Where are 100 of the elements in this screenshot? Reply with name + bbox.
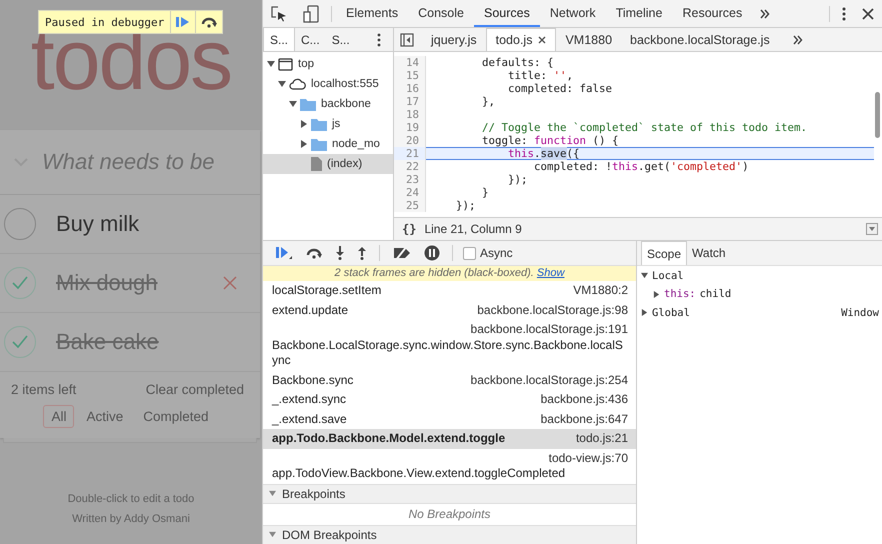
source-location[interactable]: backbone.localStorage.js:254	[462, 372, 628, 388]
scope-name[interactable]: Global	[652, 306, 690, 318]
disclosure-triangle-icon[interactable]	[269, 490, 276, 497]
line-number: 16	[394, 82, 426, 95]
folder-icon	[300, 98, 316, 110]
file-tab[interactable]: backbone.localStorage.js	[621, 28, 779, 51]
todo-checkbox[interactable]	[4, 208, 36, 240]
step-out-icon[interactable]	[357, 246, 367, 260]
disclosure-triangle-icon[interactable]	[641, 272, 648, 279]
panel-tab[interactable]: Elements	[336, 0, 408, 27]
disclosure-triangle-icon[interactable]	[289, 100, 297, 108]
kebab-menu-icon[interactable]	[842, 6, 846, 20]
line-number: 23	[394, 173, 426, 186]
source-location[interactable]: todo-view.js:70	[540, 450, 628, 466]
window-icon	[278, 58, 293, 70]
source-location[interactable]: backbone.js:647	[532, 412, 628, 427]
file-tab[interactable]: jquery.js	[422, 28, 486, 51]
navigator-tab[interactable]: C...	[295, 28, 326, 51]
tree-item[interactable]: (index)	[263, 154, 393, 174]
function-name: extend.update	[272, 302, 348, 318]
pause-icon[interactable]	[424, 245, 440, 261]
call-frame[interactable]: todo-view.js:70 app.TodoView.Backbone.View.extend.toggleCompleted	[263, 448, 636, 484]
panel-tab[interactable]: Network	[540, 0, 606, 27]
call-frame[interactable]: _.extend.sync backbone.js:436	[263, 390, 636, 410]
disclosure-triangle-icon[interactable]	[641, 309, 648, 316]
inspect-element-icon[interactable]	[271, 6, 287, 22]
todo-checkbox[interactable]	[4, 267, 36, 299]
close-tab-icon[interactable]	[538, 36, 546, 44]
toggle-navigator-icon[interactable]	[400, 32, 414, 46]
function-name: app.Todo.Backbone.Model.extend.toggle	[272, 431, 506, 446]
close-icon[interactable]	[862, 8, 874, 20]
call-frame[interactable]: extend.update backbone.localStorage.js:98	[263, 300, 636, 320]
new-todo-field[interactable]: What needs to be	[42, 149, 260, 175]
info-text: Double-click to edit a todo	[66, 493, 196, 505]
disclosure-triangle-icon[interactable]	[269, 531, 276, 538]
scope-name[interactable]: Local	[652, 270, 684, 282]
call-frame[interactable]: _.extend.save backbone.js:647	[263, 410, 636, 429]
section-header[interactable]: Breakpoints	[263, 484, 636, 504]
call-frame[interactable]: Backbone.sync backbone.localStorage.js:254	[263, 370, 636, 390]
property-value: child	[700, 288, 732, 300]
function-name: localStorage.setItem	[272, 283, 382, 298]
device-mode-icon[interactable]	[303, 4, 319, 22]
tree-item[interactable]: js	[263, 114, 393, 134]
code-text: });	[507, 173, 528, 186]
sidebar-tab[interactable]: Watch	[687, 241, 731, 265]
panel-tab[interactable]: Console	[408, 0, 474, 27]
disclosure-triangle-icon[interactable]	[278, 80, 286, 88]
line-number: 20	[394, 134, 426, 147]
source-location[interactable]: todo.js:21	[568, 431, 628, 446]
cloud-icon	[289, 78, 306, 90]
line-number: 19	[394, 121, 426, 134]
line-number: 14	[394, 56, 426, 69]
call-frame[interactable]: backbone.localStorage.js:191 Backbone.LocalStorage.sync.window.Store.sync.Backbone.localSync	[263, 320, 636, 370]
function-name: _.extend.sync	[272, 392, 346, 408]
disclosure-triangle-icon[interactable]	[300, 120, 308, 128]
disclosure-triangle-icon[interactable]	[267, 60, 275, 68]
drawer-toggle-icon[interactable]	[866, 223, 878, 235]
step-over-icon[interactable]	[305, 247, 323, 259]
source-location[interactable]: backbone.js:436	[532, 392, 628, 408]
source-location[interactable]: VM1880:2	[565, 283, 628, 298]
tree-item[interactable]: top	[263, 54, 393, 74]
step-into-icon[interactable]	[335, 246, 345, 260]
todo-title: Mix dough	[56, 270, 159, 296]
kebab-menu-icon[interactable]	[377, 32, 381, 46]
source-location[interactable]: backbone.localStorage.js:191	[462, 322, 628, 338]
disclosure-triangle-icon[interactable]	[300, 140, 308, 148]
line-number: 18	[394, 108, 426, 121]
resume-icon[interactable]	[275, 246, 293, 260]
code-text: defaults: {	[481, 56, 554, 69]
panel-tab[interactable]: Resources	[672, 0, 752, 27]
tree-item[interactable]: node_mo	[263, 134, 393, 154]
call-frame[interactable]: localStorage.setItem VM1880:2	[263, 281, 636, 300]
tree-item[interactable]: localhost:555	[263, 74, 393, 94]
todo-title: Bake cake	[56, 329, 160, 355]
file-tab[interactable]: VM1880	[556, 28, 622, 51]
more-tabs-icon[interactable]	[760, 8, 770, 18]
file-tab[interactable]: todo.js	[486, 28, 556, 51]
function-name: Backbone.LocalStorage.sync.window.Store.sync.Backbone.localSync	[272, 338, 624, 368]
panel-tab[interactable]: Timeline	[606, 0, 672, 27]
code-text: title: '',	[507, 69, 574, 82]
section-header[interactable]: DOM Breakpoints	[263, 524, 636, 544]
scope-value: Window	[841, 306, 879, 318]
show-link[interactable]: Show	[536, 267, 564, 279]
source-location[interactable]: backbone.localStorage.js:98	[469, 302, 628, 318]
async-checkbox[interactable]	[463, 246, 476, 260]
navigator-tab[interactable]: S...	[263, 28, 296, 51]
disclosure-triangle-icon[interactable]	[653, 290, 660, 298]
pretty-print-button[interactable]: {}	[394, 222, 424, 236]
call-frame[interactable]: app.Todo.Backbone.Model.extend.toggle todo.js:21	[263, 429, 636, 448]
function-name: app.TodoView.Backbone.View.extend.toggleCompleted	[272, 466, 566, 482]
info-text: Written by Addy Osmani	[71, 513, 191, 525]
more-tabs-icon[interactable]	[792, 34, 803, 44]
sidebar-tab[interactable]: Scope	[641, 241, 688, 265]
navigator-tab[interactable]: S...	[326, 28, 356, 51]
scrollbar-thumb[interactable]	[875, 92, 880, 138]
deactivate-breakpoints-icon[interactable]	[392, 246, 412, 260]
async-label: Async	[480, 246, 513, 260]
tree-item[interactable]: backbone	[263, 94, 393, 114]
code-text: this.save({	[507, 147, 580, 160]
todo-checkbox[interactable]	[4, 326, 36, 358]
